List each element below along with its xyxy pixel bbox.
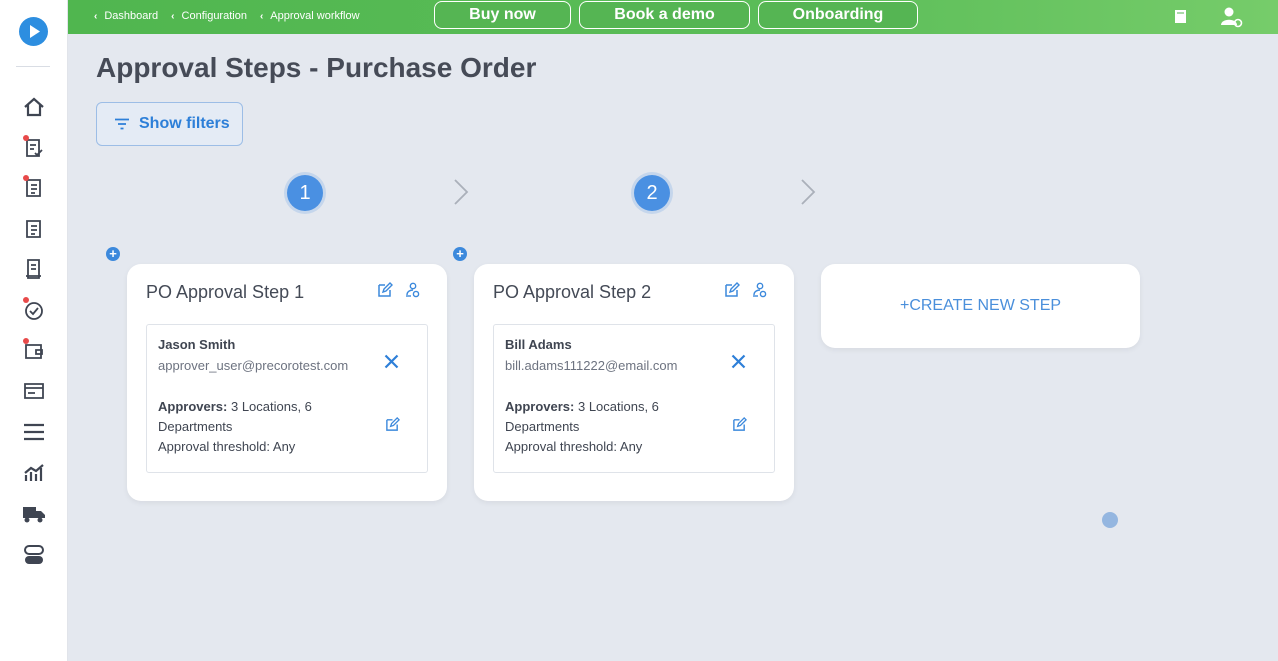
filter-icon xyxy=(115,118,129,130)
approvers-label: Approvers: xyxy=(158,399,228,414)
chevron-right-icon xyxy=(800,179,816,210)
approvers-label: Approvers: xyxy=(505,399,575,414)
breadcrumb: ‹ Dashboard ‹ Configuration ‹ Approval work… xyxy=(94,10,373,22)
step-title: PO Approval Step 1 xyxy=(146,282,305,302)
approver-entry: Jason Smith approver_user@precorotest.co… xyxy=(146,324,428,473)
add-step-before-2-button[interactable]: + xyxy=(453,247,467,261)
book-icon[interactable] xyxy=(1174,9,1187,29)
step-number-2: 2 xyxy=(634,175,670,211)
breadcrumb-label: Approval workflow xyxy=(270,10,360,22)
purchase-orders-icon[interactable] xyxy=(20,174,48,202)
create-new-step-button[interactable]: +CREATE NEW STEP xyxy=(821,264,1140,348)
payments-icon[interactable] xyxy=(20,377,48,405)
chevron-left-icon: ‹ xyxy=(171,10,175,22)
show-filters-button[interactable]: Show filters xyxy=(96,102,243,146)
breadcrumb-label: Configuration xyxy=(181,10,247,22)
approver-name: Jason Smith xyxy=(158,337,236,352)
top-bar: ‹ Dashboard ‹ Configuration ‹ Approval work… xyxy=(68,0,1278,34)
sidebar xyxy=(0,0,68,661)
notification-dot xyxy=(23,297,29,303)
edit-step-icon[interactable] xyxy=(377,282,393,303)
buy-now-button[interactable]: Buy now xyxy=(434,1,571,29)
show-filters-label: Show filters xyxy=(139,115,230,132)
approvals-icon[interactable] xyxy=(20,296,48,324)
home-icon[interactable] xyxy=(20,93,48,121)
user-settings-icon[interactable] xyxy=(1220,6,1244,33)
add-approver-icon[interactable] xyxy=(752,282,768,303)
settings-icon[interactable] xyxy=(20,541,48,569)
help-widget-icon[interactable] xyxy=(1102,512,1118,528)
edit-approver-icon[interactable] xyxy=(385,417,400,437)
onboarding-button[interactable]: Onboarding xyxy=(758,1,918,29)
step-number-1: 1 xyxy=(287,175,323,211)
step-card: PO Approval Step 1 Jason Smith approver_… xyxy=(127,264,447,501)
page-title: Approval Steps - Purchase Order xyxy=(96,52,537,83)
approver-details: Approvers: 3 Locations, 6 Departments Ap… xyxy=(505,397,705,457)
wallet-icon[interactable] xyxy=(20,337,48,365)
breadcrumb-configuration[interactable]: ‹ Configuration xyxy=(171,10,247,22)
approval-threshold: Approval threshold: Any xyxy=(505,439,643,454)
notification-dot xyxy=(23,338,29,344)
add-step-before-1-button[interactable]: + xyxy=(106,247,120,261)
notification-dot xyxy=(23,135,29,141)
approver-email: bill.adams111222@email.com xyxy=(505,358,678,373)
step-card: PO Approval Step 2 Bill Adams bill.adams… xyxy=(474,264,794,501)
remove-approver-icon[interactable] xyxy=(731,354,746,374)
breadcrumb-dashboard[interactable]: ‹ Dashboard xyxy=(94,10,158,22)
edit-step-icon[interactable] xyxy=(724,282,740,303)
delivery-icon[interactable] xyxy=(20,500,48,528)
approval-threshold: Approval threshold: Any xyxy=(158,439,296,454)
step-title: PO Approval Step 2 xyxy=(493,282,652,302)
requisitions-icon[interactable] xyxy=(20,134,48,162)
chevron-right-icon xyxy=(453,179,469,210)
approver-email: approver_user@precorotest.com xyxy=(158,358,349,373)
analytics-icon[interactable] xyxy=(20,459,48,487)
menu-icon[interactable] xyxy=(20,418,48,446)
approver-details: Approvers: 3 Locations, 6 Departments Ap… xyxy=(158,397,358,457)
chevron-left-icon: ‹ xyxy=(259,10,264,22)
app-logo[interactable] xyxy=(19,17,48,46)
chevron-left-icon: ‹ xyxy=(94,10,98,22)
breadcrumb-approval-workflow[interactable]: ‹ Approval workflow xyxy=(260,10,360,22)
invoices-icon[interactable] xyxy=(20,215,48,243)
remove-approver-icon[interactable] xyxy=(384,354,399,374)
breadcrumb-label: Dashboard xyxy=(104,10,159,22)
book-demo-button[interactable]: Book a demo xyxy=(579,1,750,29)
approver-entry: Bill Adams bill.adams111222@email.com Ap… xyxy=(493,324,775,473)
add-approver-icon[interactable] xyxy=(405,282,421,303)
receipts-icon[interactable] xyxy=(20,255,48,283)
notification-dot xyxy=(23,175,29,181)
sidebar-divider xyxy=(16,66,50,67)
approver-name: Bill Adams xyxy=(505,337,572,352)
edit-approver-icon[interactable] xyxy=(732,417,747,437)
